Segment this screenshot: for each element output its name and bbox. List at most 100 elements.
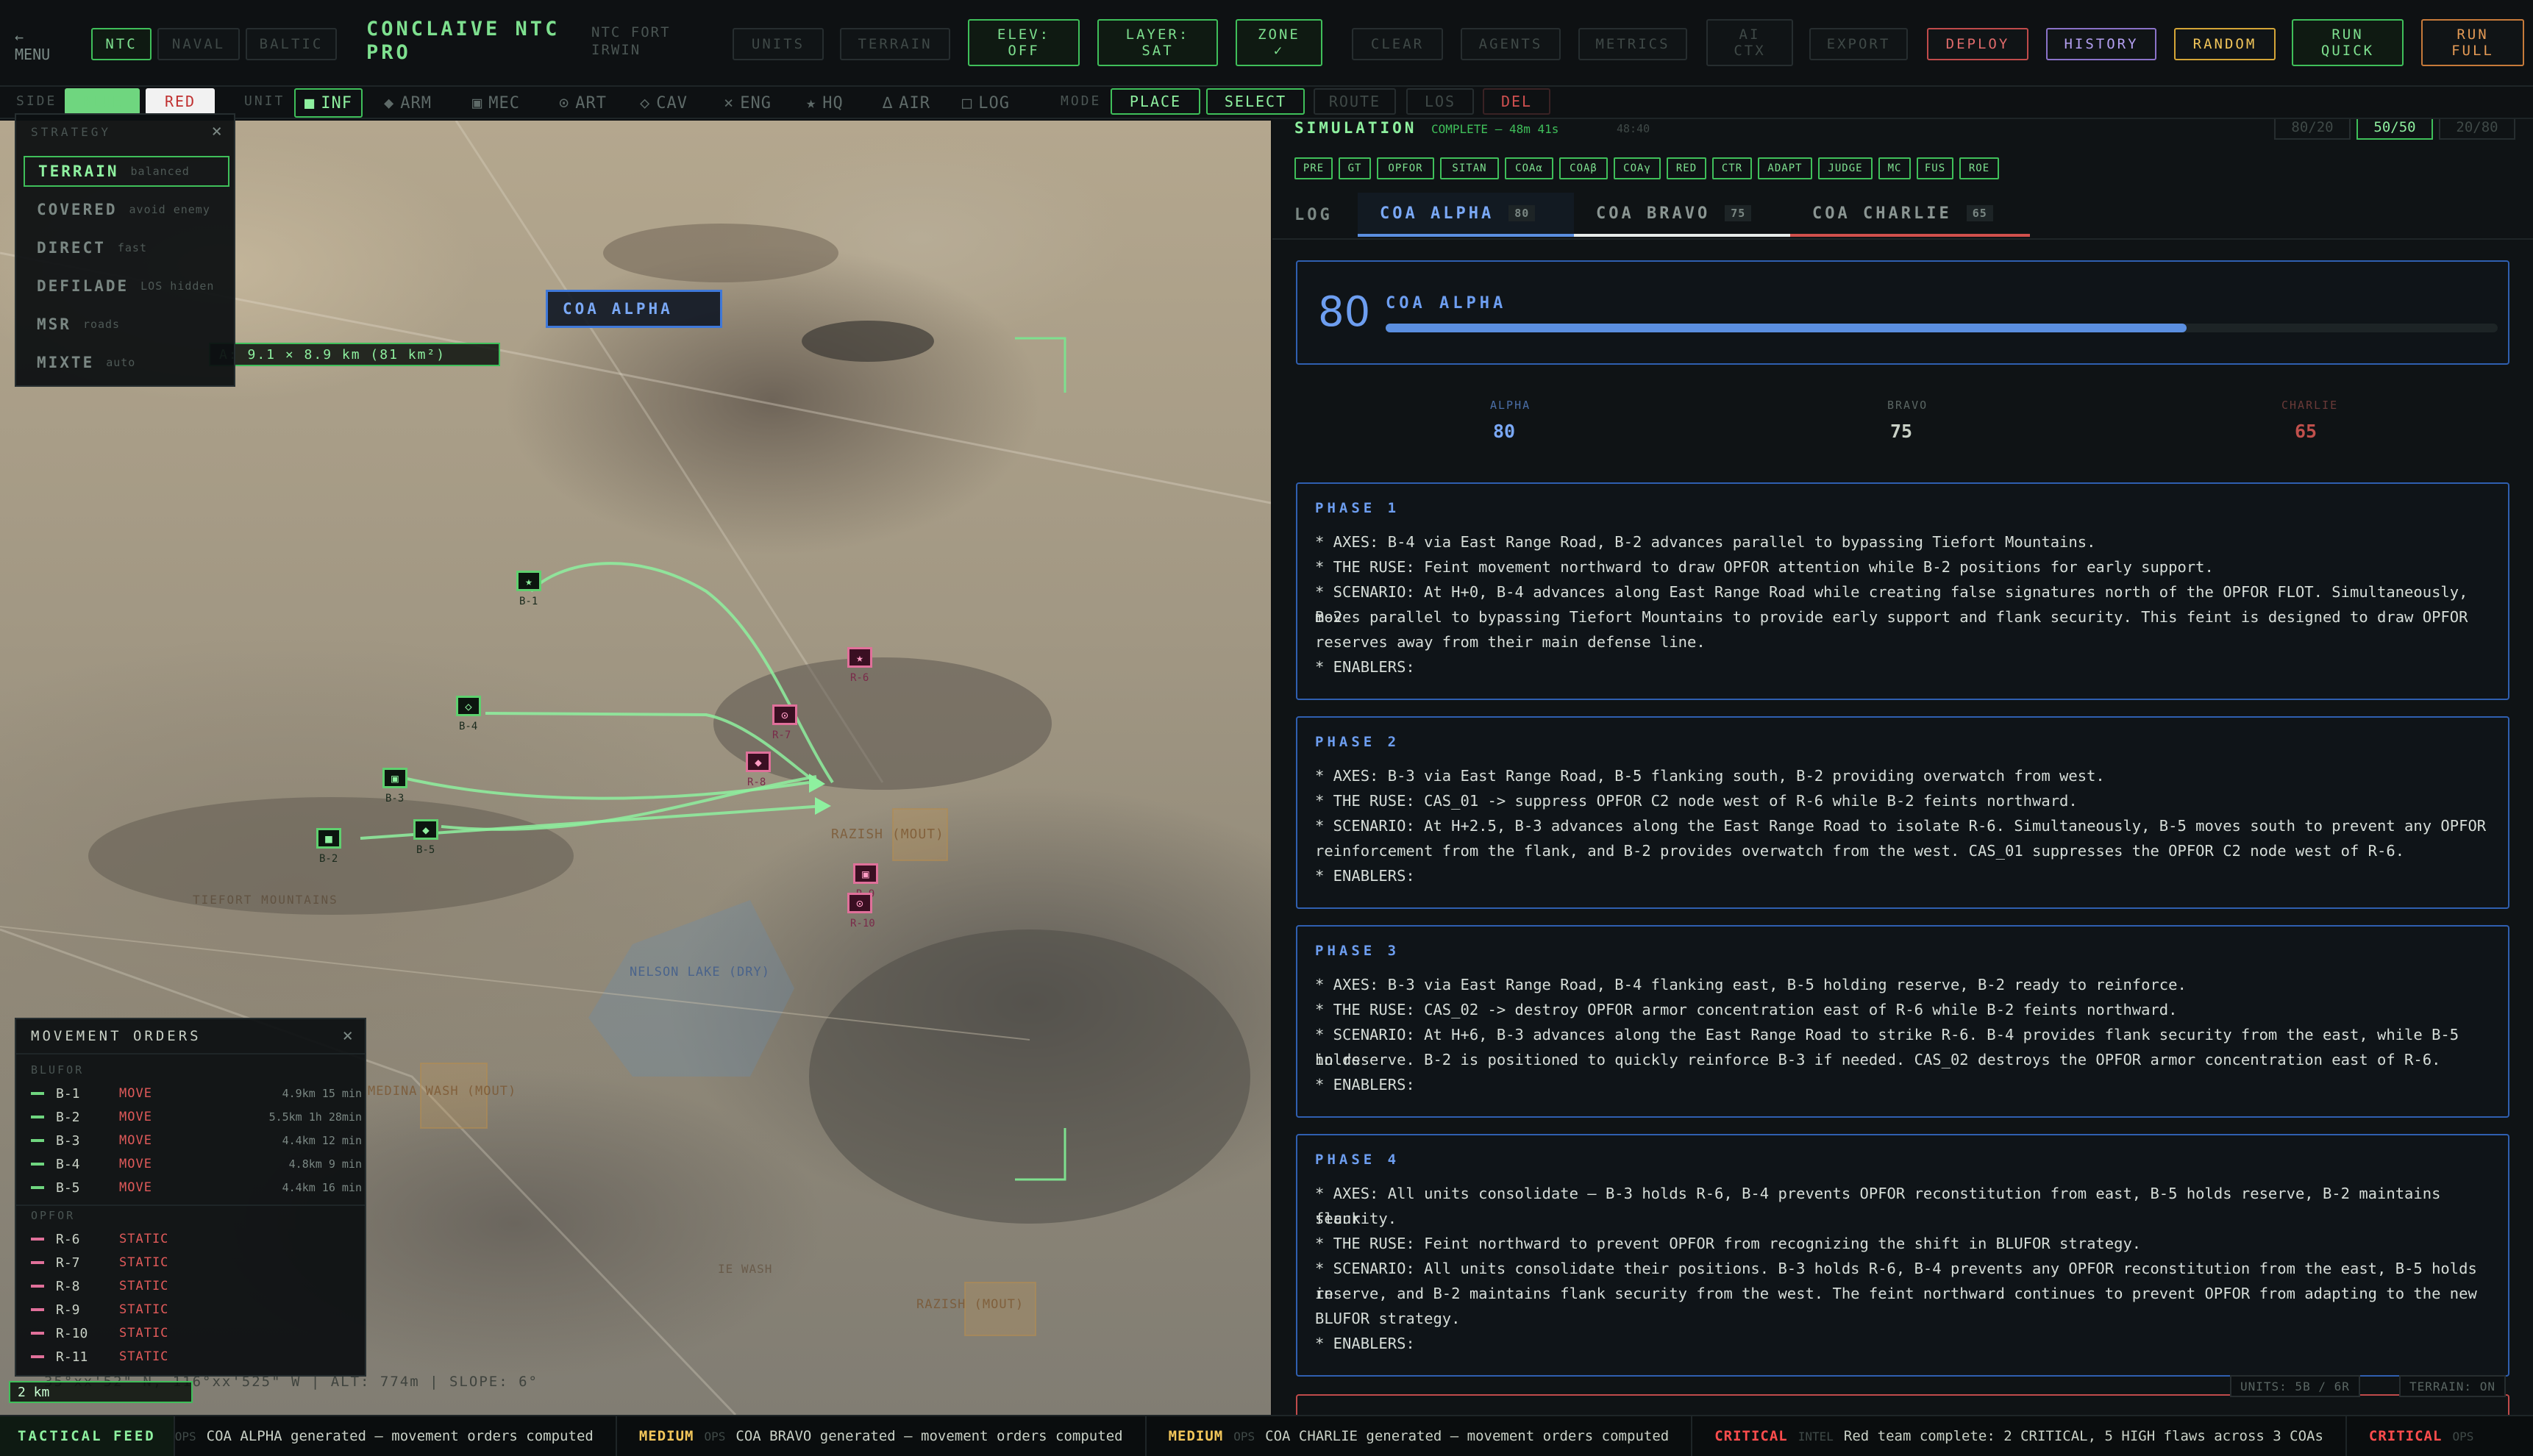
strategy-direct[interactable]: DIRECT fast — [24, 232, 229, 263]
mode-select-button[interactable]: SELECT — [1206, 88, 1305, 115]
agent-chip-12[interactable]: FUS — [1917, 157, 1953, 179]
tab-coa-alpha[interactable]: COA ALPHA 80 — [1358, 193, 1574, 237]
phase-line: in reserve. B-2 is positioned to quickly… — [1315, 1051, 2441, 1068]
unit-eng-button[interactable]: ⨯ ENG — [724, 88, 772, 118]
agent-chip-13[interactable]: ROE — [1959, 157, 1999, 179]
layer-toggle[interactable]: LAYER: SAT — [1097, 19, 1218, 66]
order-row[interactable]: R-10 STATIC — [31, 1322, 362, 1344]
agent-chip-0[interactable]: PRE — [1294, 157, 1333, 179]
agent-chip-6[interactable]: COAγ — [1614, 157, 1661, 179]
tab-baltic[interactable]: BALTIC — [246, 28, 337, 60]
unit-r7-art-icon[interactable]: ⊙ — [772, 704, 797, 725]
agent-chip-5[interactable]: COAβ — [1559, 157, 1608, 179]
unit-b5-arm-icon[interactable]: ◆ — [413, 819, 438, 840]
side-blue-button[interactable]: BLUE — [65, 88, 140, 115]
order-row[interactable]: B-3 MOVE 4.4km 12 min — [31, 1130, 362, 1152]
history-button[interactable]: HISTORY — [2046, 28, 2156, 60]
split-80-20-button[interactable]: 80/20 — [2274, 119, 2351, 140]
order-row[interactable]: B-4 MOVE 4.8km 9 min — [31, 1153, 362, 1175]
unit-air-button[interactable]: ∆ AIR — [883, 88, 930, 118]
order-row[interactable]: B-1 MOVE 4.9km 15 min — [31, 1082, 362, 1105]
tab-coa-charlie[interactable]: COA CHARLIE 65 — [1790, 193, 2030, 237]
unit-r8-arm-icon[interactable]: ◆ — [746, 752, 771, 772]
mode-los-button[interactable]: LOS — [1406, 88, 1474, 115]
close-icon[interactable]: × — [343, 1025, 353, 1046]
feed-item[interactable]: CRITICAL OPS — [2347, 1416, 2506, 1456]
units-button[interactable]: UNITS — [733, 28, 824, 60]
unit-r10-art-icon[interactable]: ⊙ — [847, 893, 872, 913]
strategy-terrain[interactable]: TERRAIN balanced — [24, 156, 229, 187]
close-icon[interactable]: × — [212, 121, 222, 141]
feed-item[interactable]: OPS COA ALPHA generated — movement order… — [175, 1416, 617, 1456]
agent-chip-10[interactable]: JUDGE — [1818, 157, 1873, 179]
strategy-msr[interactable]: MSR roads — [24, 309, 229, 340]
unit-inf-button[interactable]: ■ INF — [294, 88, 363, 118]
unit-b5-label: B-5 — [416, 844, 435, 856]
export-button[interactable]: EXPORT — [1809, 28, 1908, 60]
strategy-covered[interactable]: COVERED avoid enemy — [24, 194, 229, 225]
mode-route-button[interactable]: ROUTE — [1314, 88, 1396, 115]
strategy-mixte[interactable]: MIXTE auto — [24, 347, 229, 378]
order-row[interactable]: R-6 STATIC — [31, 1228, 362, 1250]
agent-chip-2[interactable]: OPFOR — [1377, 157, 1434, 179]
feed-item[interactable]: MEDIUM OPS COA BRAVO generated — movemen… — [617, 1416, 1147, 1456]
order-row[interactable]: R-9 STATIC — [31, 1299, 362, 1321]
unit-arm-button[interactable]: ◆ ARM — [384, 88, 432, 118]
agent-chip-4[interactable]: COAα — [1505, 157, 1553, 179]
mode-place-button[interactable]: PLACE — [1111, 88, 1200, 115]
terrain-button[interactable]: TERRAIN — [840, 28, 950, 60]
unit-b1-hq-icon[interactable]: ★ — [516, 571, 541, 591]
split-50-50-button[interactable]: 50/50 — [2356, 119, 2433, 140]
unit-r6-hq-icon[interactable]: ★ — [847, 647, 872, 668]
agent-chip-8[interactable]: CTR — [1712, 157, 1752, 179]
order-row[interactable]: B-2 MOVE 5.5km 1h 28min — [31, 1106, 362, 1128]
unit-b2-inf-icon[interactable]: ■ — [316, 828, 341, 849]
order-row[interactable]: R-7 STATIC — [31, 1252, 362, 1274]
unit-log-button[interactable]: □ LOG — [962, 88, 1010, 118]
tab-ntc[interactable]: NTC — [91, 28, 152, 60]
agent-chip-11[interactable]: MC — [1878, 157, 1911, 179]
side-red-button[interactable]: RED — [146, 88, 215, 115]
unit-r9-mec-icon[interactable]: ▣ — [853, 863, 878, 884]
coa-score-value: 80 — [1318, 288, 1371, 336]
unit-cav-button[interactable]: ◇ CAV — [640, 88, 688, 118]
tab-coa-alpha-label: COA ALPHA — [1380, 204, 1494, 223]
order-row[interactable]: B-5 MOVE 4.4km 16 min — [31, 1177, 362, 1199]
run-quick-button[interactable]: RUN QUICK — [2292, 19, 2404, 66]
agent-chip-9[interactable]: ADAPT — [1758, 157, 1812, 179]
feed-item[interactable]: CRITICAL INTEL Red team complete: 2 CRIT… — [1692, 1416, 2347, 1456]
tab-log[interactable]: LOG — [1294, 193, 1333, 237]
tab-coa-bravo[interactable]: COA BRAVO 75 — [1574, 193, 1790, 237]
air-icon: ∆ — [883, 93, 894, 113]
unit-b3-mec-icon[interactable]: ▣ — [382, 768, 407, 788]
metrics-button[interactable]: METRICS — [1578, 28, 1687, 60]
agent-chip-7[interactable]: RED — [1667, 157, 1706, 179]
strategy-defilade[interactable]: DEFILADE LOS hidden — [24, 271, 229, 301]
ai-context-button[interactable]: AI CTX — [1706, 19, 1793, 66]
zone-toggle[interactable]: ZONE ✓ — [1236, 19, 1322, 66]
random-button[interactable]: RANDOM — [2174, 28, 2276, 60]
split-20-80-button[interactable]: 20/80 — [2439, 119, 2515, 140]
unit-b4-cav-icon[interactable]: ◇ — [456, 696, 481, 716]
menu-button[interactable]: ← MENU — [15, 28, 50, 63]
order-row[interactable]: R-11 STATIC — [31, 1346, 362, 1368]
order-row[interactable]: R-8 STATIC — [31, 1275, 362, 1297]
deploy-button[interactable]: DEPLOY — [1927, 28, 2028, 60]
feed-item[interactable]: MEDIUM OPS COA CHARLIE generated — movem… — [1147, 1416, 1693, 1456]
tab-naval[interactable]: NAVAL — [157, 28, 240, 60]
clear-button[interactable]: CLEAR — [1352, 28, 1443, 60]
agents-button[interactable]: AGENTS — [1461, 28, 1561, 60]
eng-icon: ⨯ — [724, 93, 735, 113]
feed-tag: OPS — [704, 1429, 726, 1443]
unit-hq-button[interactable]: ★ HQ — [806, 88, 844, 118]
run-full-button[interactable]: RUN FULL — [2421, 19, 2524, 66]
elevation-toggle[interactable]: ELEV: OFF — [968, 19, 1080, 66]
coa-alpha-map-label[interactable]: COA ALPHA — [546, 290, 722, 328]
unit-mec-button[interactable]: ▣ MEC — [472, 88, 520, 118]
mode-delete-button[interactable]: DEL — [1483, 88, 1550, 115]
unit-art-button[interactable]: ⊙ ART — [559, 88, 607, 118]
agent-chip-3[interactable]: SITAN — [1440, 157, 1499, 179]
agent-chip-1[interactable]: GT — [1339, 157, 1371, 179]
unit-b4-label: B-4 — [459, 721, 478, 732]
coa-score-fill — [1386, 324, 2187, 332]
